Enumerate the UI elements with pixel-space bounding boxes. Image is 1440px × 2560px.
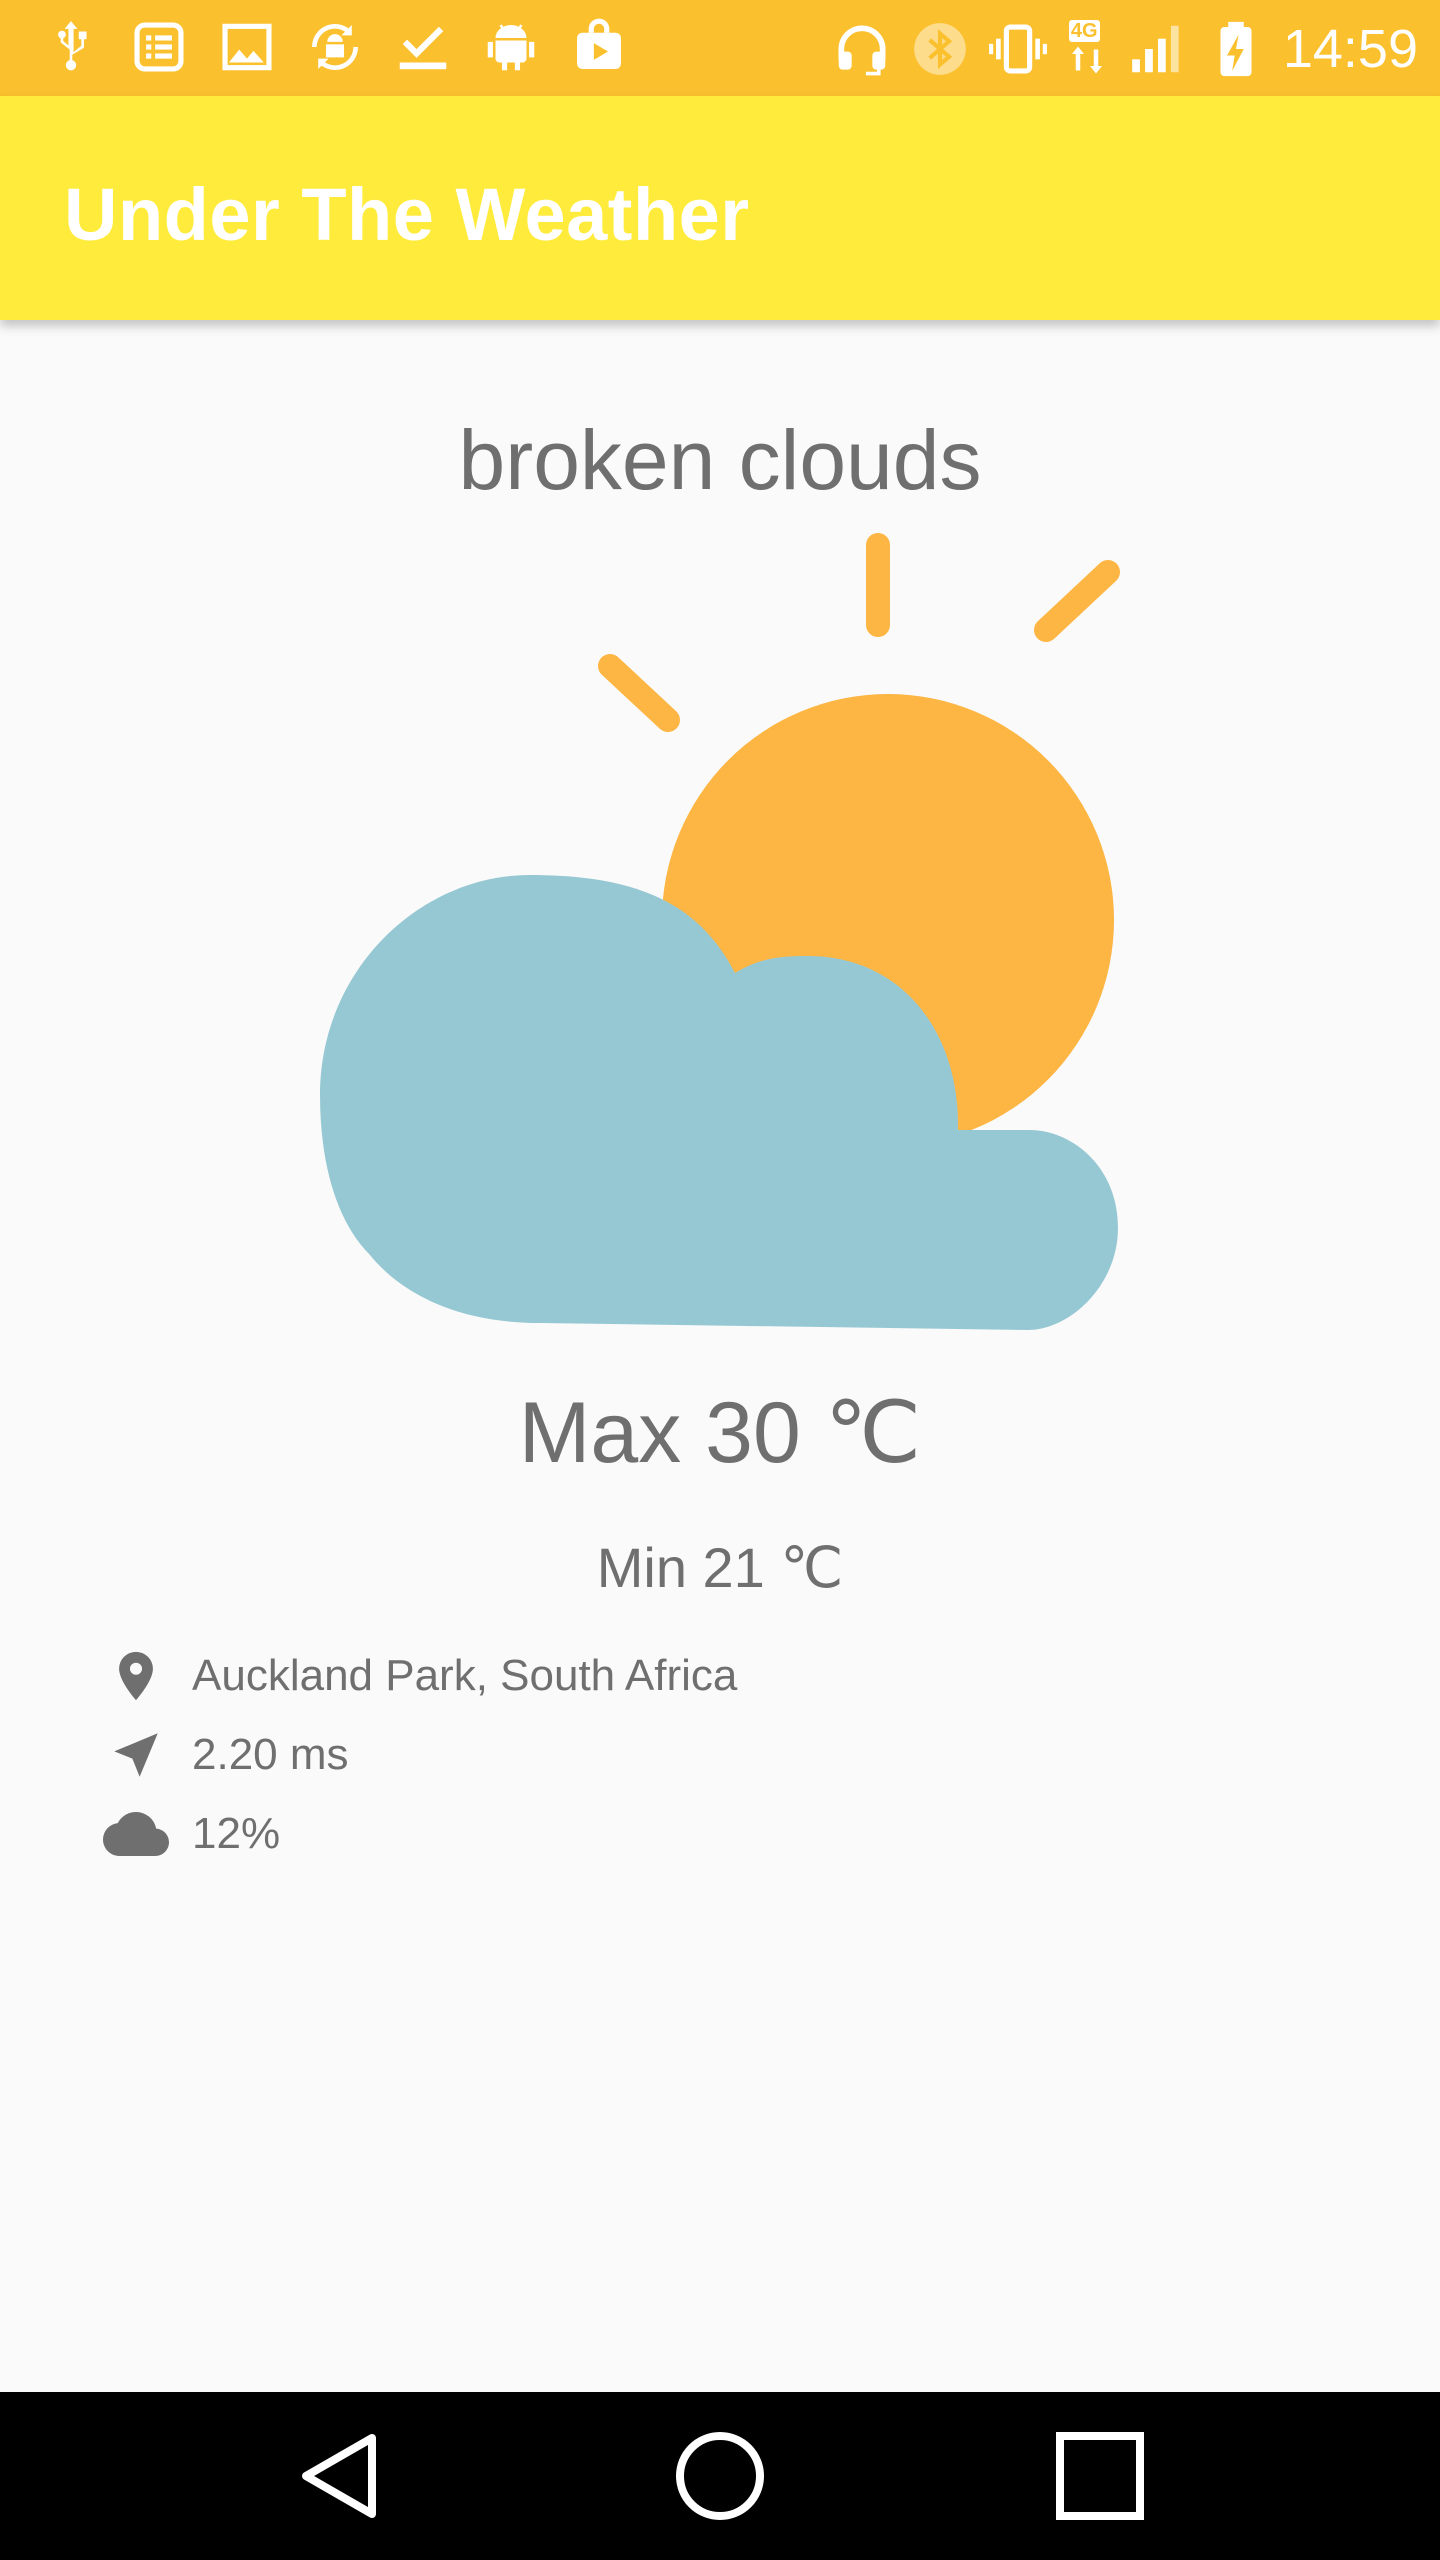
detail-row-location: Auckland Park, South Africa <box>96 1638 737 1714</box>
notification-icons <box>40 16 630 78</box>
cloudiness-text: 12% <box>192 1809 281 1858</box>
back-triangle-icon <box>302 2434 376 2518</box>
headset-icon <box>838 25 886 76</box>
data-arrows-icon <box>1071 46 1102 74</box>
navigation-bar <box>0 2392 1440 2560</box>
recents-square-icon <box>1056 2432 1144 2520</box>
usb-icon <box>58 21 87 71</box>
image-icon <box>222 23 272 71</box>
app-title: Under The Weather <box>64 173 750 256</box>
status-time: 14:59 <box>1282 19 1418 79</box>
signal-icon <box>1132 25 1179 73</box>
location-pin-icon <box>96 1641 176 1711</box>
detail-row-wind: 2.20 ms <box>96 1717 349 1793</box>
home-button[interactable] <box>670 2426 770 2526</box>
system-icons: 4G 14:59 <box>831 14 1418 84</box>
location-text: Auckland Park, South Africa <box>192 1651 738 1700</box>
list-icon <box>134 22 184 72</box>
app-bar: Under The Weather <box>0 96 1440 320</box>
detail-row-cloudiness: 12% <box>96 1796 280 1872</box>
play-bag-icon <box>577 18 621 69</box>
bluetooth-icon <box>914 23 966 75</box>
network-4g-icon: 4G <box>1065 18 1111 80</box>
sync-android-icon <box>312 24 358 70</box>
sun-rays <box>598 533 1120 732</box>
android-icon <box>487 24 535 71</box>
sun-behind-cloud-icon <box>320 533 1120 1330</box>
recents-button[interactable] <box>1050 2426 1150 2526</box>
navigation-arrow-icon <box>96 1720 176 1790</box>
cloud-icon <box>96 1799 176 1869</box>
weather-description: broken clouds <box>458 413 982 507</box>
home-circle-icon <box>676 2432 764 2520</box>
max-temperature: Max 30 ℃ <box>518 1385 922 1481</box>
sun-ray-right <box>1034 560 1120 642</box>
sun-ray-left <box>598 654 680 732</box>
min-temperature: Min 21 ℃ <box>596 1536 844 1599</box>
back-button[interactable] <box>290 2426 390 2526</box>
download-done-icon <box>399 26 447 70</box>
battery-charging-icon <box>1220 21 1252 77</box>
status-bar: 4G 14:59 <box>0 0 1440 96</box>
network-label: 4G <box>1068 20 1100 42</box>
vibrate-icon <box>988 24 1047 74</box>
wind-speed-text: 2.20 ms <box>192 1730 349 1779</box>
